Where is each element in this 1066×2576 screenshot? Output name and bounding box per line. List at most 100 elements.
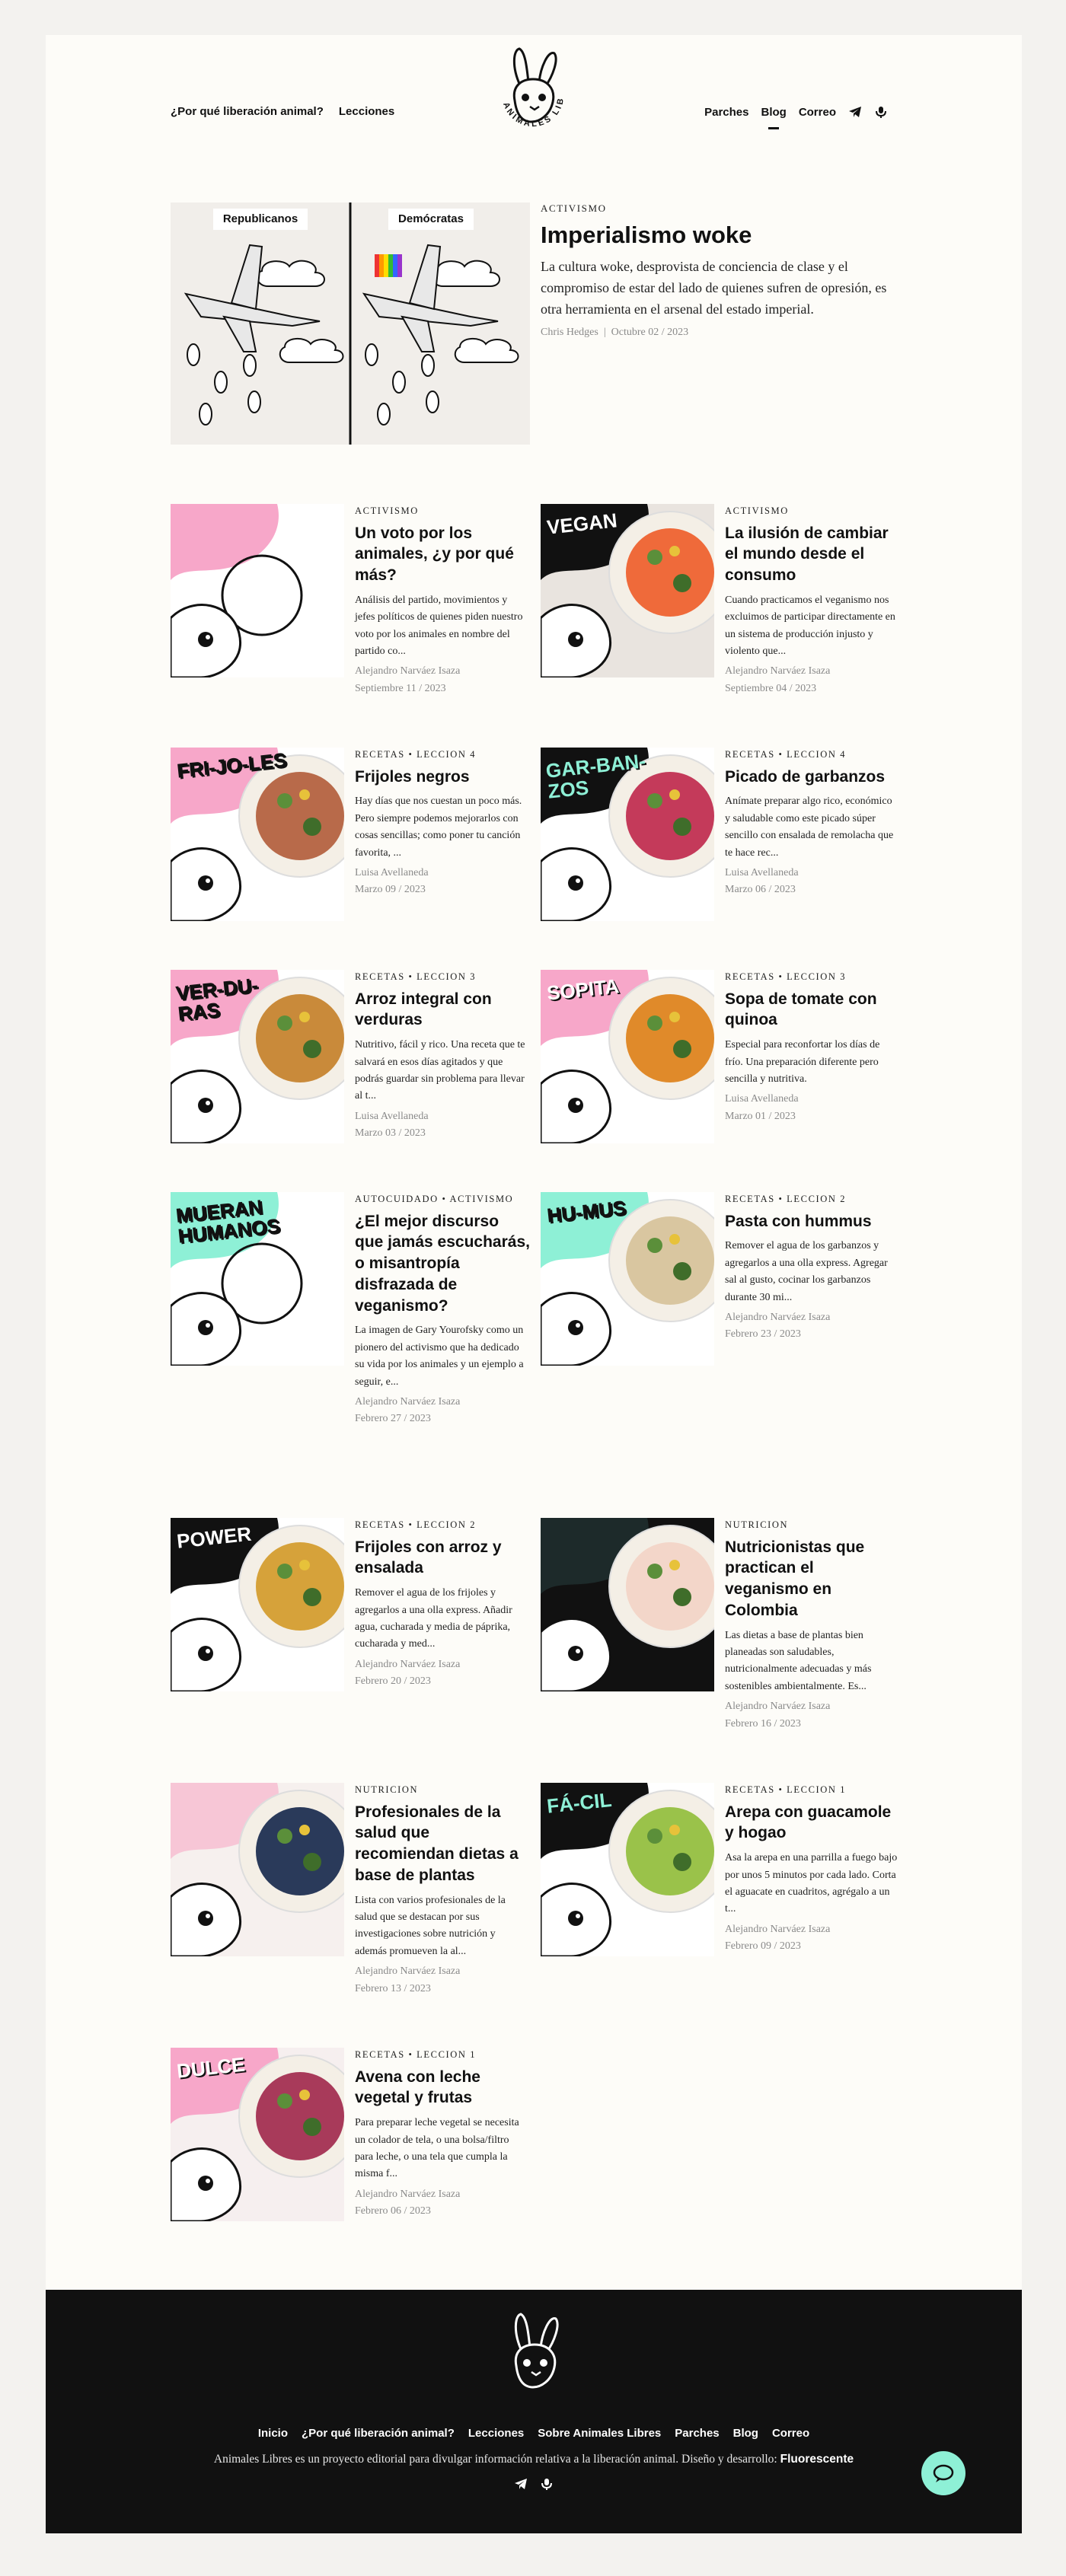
post-title[interactable]: La ilusión de cambiar el mundo desde el … — [725, 523, 900, 586]
post-author[interactable]: Luisa Avellaneda — [725, 1091, 900, 1108]
post-card[interactable]: HU-MUS RECETAS • LECCION 2 Pasta con hummu… — [541, 1192, 900, 1375]
post-body: NUTRICION Nutricionistas que practican el… — [725, 1518, 900, 1733]
post-author[interactable]: Alejandro Narváez Isaza — [355, 1656, 530, 1673]
post-author[interactable]: Alejandro Narváez Isaza — [725, 663, 900, 680]
post-title[interactable]: Frijoles negros — [355, 767, 530, 788]
post-card[interactable]: GAR-BAN-ZOS RECETAS • LECCION 4 Picado de … — [541, 748, 900, 930]
post-card[interactable]: SOPITA RECETAS • LECCION 3 Sopa de tomate … — [541, 970, 900, 1153]
post-thumbnail[interactable] — [541, 1518, 714, 1691]
post-title[interactable]: Pasta con hummus — [725, 1211, 900, 1232]
featured-text: ACTIVISMO Imperialismo woke La cultura w… — [541, 202, 906, 339]
post-thumbnail[interactable] — [171, 1783, 344, 1956]
post-card[interactable]: FRI-JO-LES RECETAS • LECCION 4 Frijoles ne… — [171, 748, 530, 930]
post-title[interactable]: Picado de garbanzos — [725, 767, 900, 788]
post-category[interactable]: ACTIVISMO — [355, 504, 530, 518]
nav-por-que[interactable]: ¿Por qué liberación animal? — [171, 105, 324, 118]
post-thumbnail[interactable]: MUERAN HUMANOS — [171, 1192, 344, 1366]
post-category[interactable]: RECETAS • LECCION 3 — [725, 970, 900, 984]
footer-nav-correo[interactable]: Correo — [772, 2427, 809, 2440]
post-card[interactable]: DULCE RECETAS • LECCION 1 Avena con leche … — [171, 2048, 530, 2230]
post-category[interactable]: RECETAS • LECCION 2 — [355, 1518, 530, 1532]
post-title[interactable]: Avena con leche vegetal y frutas — [355, 2067, 530, 2109]
post-category[interactable]: RECETAS • LECCION 3 — [355, 970, 530, 984]
featured-post[interactable]: Republicanos Demócratas ACTIVISMO Imperi… — [171, 202, 932, 446]
telegram-icon[interactable] — [514, 2477, 528, 2491]
post-body: RECETAS • LECCION 3 Sopa de tomate con qu… — [725, 970, 900, 1125]
post-author[interactable]: Alejandro Narváez Isaza — [725, 1921, 900, 1938]
footer-nav-blog[interactable]: Blog — [733, 2427, 758, 2440]
post-card[interactable]: POWER RECETAS • LECCION 2 Frijoles con arr… — [171, 1518, 530, 1701]
post-category[interactable]: NUTRICION — [725, 1518, 900, 1532]
chat-button[interactable] — [921, 2451, 965, 2495]
post-thumbnail[interactable]: SOPITA — [541, 970, 714, 1143]
post-thumbnail[interactable]: FRI-JO-LES — [171, 748, 344, 921]
post-author[interactable]: Alejandro Narváez Isaza — [355, 1963, 530, 1980]
post-thumbnail[interactable] — [171, 504, 344, 677]
post-category[interactable]: RECETAS • LECCION 1 — [725, 1783, 900, 1797]
post-category[interactable]: RECETAS • LECCION 4 — [355, 748, 530, 762]
podcast-icon[interactable] — [874, 105, 888, 119]
post-category[interactable]: RECETAS • LECCION 1 — [355, 2048, 530, 2062]
featured-image[interactable]: Republicanos Demócratas — [171, 202, 530, 445]
post-author[interactable]: Alejandro Narváez Isaza — [355, 1394, 530, 1411]
post-category[interactable]: RECETAS • LECCION 4 — [725, 748, 900, 762]
telegram-icon[interactable] — [848, 105, 862, 119]
post-date: Septiembre 11 / 2023 — [355, 682, 446, 694]
post-category[interactable]: NUTRICION — [355, 1783, 530, 1797]
post-body: AUTOCUIDADO • ACTIVISMO ¿El mejor discurs… — [355, 1192, 530, 1428]
post-category[interactable]: RECETAS • LECCION 2 — [725, 1192, 900, 1207]
post-card[interactable]: FÁ-CIL RECETAS • LECCION 1 Arepa con guaca… — [541, 1783, 900, 1965]
featured-category[interactable]: ACTIVISMO — [541, 202, 906, 215]
footer-nav-inicio[interactable]: Inicio — [258, 2427, 288, 2440]
nav-parches[interactable]: Parches — [704, 106, 748, 119]
post-title[interactable]: Frijoles con arroz y ensalada — [355, 1537, 530, 1579]
post-card[interactable]: NUTRICION Profesionales de la salud que r… — [171, 1783, 530, 1994]
post-author[interactable]: Alejandro Narváez Isaza — [355, 663, 530, 680]
post-excerpt: Análisis del partido, movimientos y jefe… — [355, 594, 523, 658]
post-title[interactable]: ¿El mejor discurso que jamás escucharás,… — [355, 1211, 530, 1317]
post-author[interactable]: Alejandro Narváez Isaza — [725, 1309, 900, 1326]
nav-correo[interactable]: Correo — [799, 106, 836, 119]
post-card[interactable]: VER-DU-RAS RECETAS • LECCION 3 Arroz integ… — [171, 970, 530, 1153]
post-thumbnail[interactable]: GAR-BAN-ZOS — [541, 748, 714, 921]
post-title[interactable]: Nutricionistas que practican el veganism… — [725, 1537, 900, 1621]
nav-lecciones[interactable]: Lecciones — [339, 105, 394, 118]
post-category[interactable]: AUTOCUIDADO • ACTIVISMO — [355, 1192, 530, 1207]
post-date: Febrero 09 / 2023 — [725, 1940, 801, 1953]
featured-author[interactable]: Chris Hedges — [541, 327, 598, 338]
post-author[interactable]: Luisa Avellaneda — [355, 1108, 530, 1125]
post-title[interactable]: Sopa de tomate con quinoa — [725, 989, 900, 1031]
post-author[interactable]: Alejandro Narváez Isaza — [355, 2186, 530, 2203]
post-title[interactable]: Arroz integral con verduras — [355, 989, 530, 1031]
footer-nav-lecciones[interactable]: Lecciones — [468, 2427, 524, 2440]
footer-text: Animales Libres es un proyecto editorial… — [213, 2453, 777, 2466]
nav-blog[interactable]: Blog — [761, 106, 787, 129]
featured-title[interactable]: Imperialismo woke — [541, 221, 906, 249]
podcast-icon[interactable] — [540, 2477, 554, 2491]
post-title[interactable]: Un voto por los animales, ¿y por qué más… — [355, 523, 530, 586]
post-thumbnail[interactable]: DULCE — [171, 2048, 344, 2221]
post-title[interactable]: Arepa con guacamole y hogao — [725, 1802, 900, 1844]
post-thumbnail[interactable]: FÁ-CIL — [541, 1783, 714, 1956]
footer-nav-por-que[interactable]: ¿Por qué liberación animal? — [302, 2427, 455, 2440]
post-author[interactable]: Alejandro Narváez Isaza — [725, 1698, 900, 1715]
post-card[interactable]: VEGAN ACTIVISMO La ilusión de cambiar el m… — [541, 504, 900, 694]
footer-credit-link[interactable]: Fluorescente — [780, 2453, 854, 2466]
post-title[interactable]: Profesionales de la salud que recomienda… — [355, 1802, 530, 1886]
post-thumbnail[interactable]: VER-DU-RAS — [171, 970, 344, 1143]
meta-separator: | — [603, 326, 606, 338]
post-thumbnail[interactable]: VEGAN — [541, 504, 714, 677]
rabbit-logo-icon[interactable]: ANIMALES LIBRES — [486, 46, 580, 145]
post-body: RECETAS • LECCION 1 Avena con leche veget… — [355, 2048, 530, 2221]
post-author[interactable]: Luisa Avellaneda — [355, 865, 530, 882]
footer-nav-sobre[interactable]: Sobre Animales Libres — [538, 2427, 661, 2440]
post-thumbnail[interactable]: HU-MUS — [541, 1192, 714, 1366]
post-thumbnail[interactable]: POWER — [171, 1518, 344, 1691]
post-category[interactable]: ACTIVISMO — [725, 504, 900, 518]
footer-nav-parches[interactable]: Parches — [675, 2427, 719, 2440]
post-card[interactable]: NUTRICION Nutricionistas que practican el… — [541, 1518, 900, 1730]
rabbit-logo-icon[interactable] — [487, 2311, 582, 2402]
post-card[interactable]: ACTIVISMO Un voto por los animales, ¿y po… — [171, 504, 530, 694]
post-author[interactable]: Luisa Avellaneda — [725, 865, 900, 882]
post-card[interactable]: MUERAN HUMANOS AUTOCUIDADO • ACTIVISMO ¿El… — [171, 1192, 530, 1424]
